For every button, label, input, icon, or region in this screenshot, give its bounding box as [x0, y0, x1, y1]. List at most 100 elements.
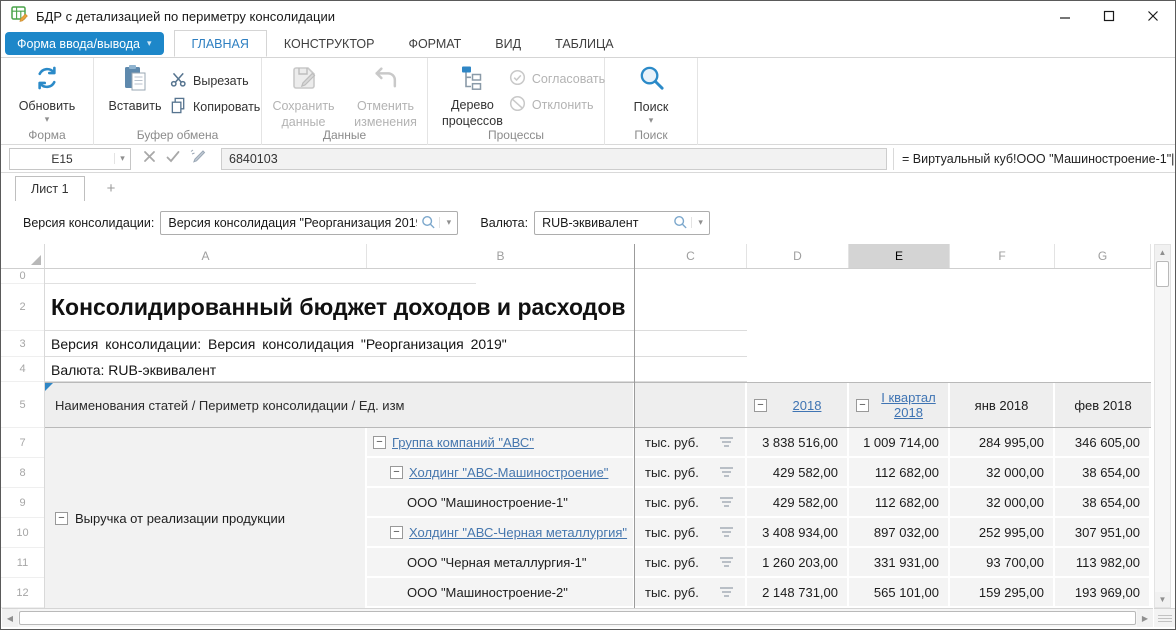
row-header-11[interactable]: 11	[1, 548, 44, 578]
cancel-entry-icon[interactable]	[143, 150, 156, 168]
value-cell[interactable]: 38 654,00	[1055, 458, 1151, 488]
row-header-7[interactable]: 7	[1, 428, 44, 458]
scroll-left-icon[interactable]: ◀	[2, 609, 18, 627]
column-header-F[interactable]: F	[950, 244, 1055, 268]
row-header-4[interactable]: 4	[1, 357, 44, 382]
collapse-icon[interactable]: −	[754, 399, 767, 412]
process-tree-button[interactable]: Дерево процессов	[442, 58, 503, 128]
period-link-q1-2018[interactable]: I квартал 2018	[873, 390, 944, 420]
value-cell[interactable]: 1 260 203,00	[747, 548, 849, 578]
filter-icon[interactable]	[720, 587, 733, 597]
horizontal-scrollbar[interactable]: ◀ ▶	[2, 608, 1153, 627]
chevron-down-icon[interactable]: ▾	[439, 217, 457, 228]
value-cell[interactable]: 252 995,00	[950, 518, 1055, 548]
header-cell-unit[interactable]	[635, 383, 747, 427]
row-header-2[interactable]: 2	[1, 284, 44, 331]
filter-icon[interactable]	[720, 497, 733, 507]
value-cell[interactable]: 307 951,00	[1055, 518, 1151, 548]
unit-cell[interactable]: тыс. руб.	[635, 488, 747, 518]
paste-button[interactable]: Вставить	[104, 58, 166, 120]
column-header-B[interactable]: B	[367, 244, 635, 268]
confirm-entry-icon[interactable]	[166, 150, 180, 168]
header-cell-feb-2018[interactable]: фев 2018	[1055, 383, 1151, 427]
value-cell[interactable]: 346 605,00	[1055, 428, 1151, 458]
entity-name-cell[interactable]: ООО "Черная металлургия-1"	[367, 548, 635, 578]
save-data-button[interactable]: Сохранить данные	[267, 58, 341, 129]
filter-icon[interactable]	[720, 467, 733, 477]
value-cell[interactable]: 32 000,00	[950, 488, 1055, 518]
formula-input[interactable]: 6840103	[221, 148, 887, 170]
column-header-A[interactable]: A	[45, 244, 367, 268]
vertical-scrollbar[interactable]: ▲ ▼	[1154, 244, 1171, 608]
row-header-3[interactable]: 3	[1, 331, 44, 357]
cell-name-box[interactable]: E15 ▾	[9, 148, 131, 170]
entity-name-cell[interactable]: ООО "Машиностроение-2"	[367, 578, 635, 608]
menu-tab-конструктор[interactable]: КОНСТРУКТОР	[267, 30, 392, 57]
refresh-button[interactable]: Обновить ▾	[1, 58, 93, 123]
collapse-icon[interactable]: −	[373, 436, 386, 449]
entity-link[interactable]: Холдинг "АВС-Черная металлургия"	[409, 525, 627, 540]
menu-tab-формат[interactable]: ФОРМАТ	[391, 30, 478, 57]
approve-button[interactable]: Согласовать	[509, 66, 605, 92]
menu-tab-главная[interactable]: ГЛАВНАЯ	[174, 30, 267, 57]
undo-changes-button[interactable]: Отменить изменения	[349, 58, 423, 129]
entity-link[interactable]: Группа компаний "АВС"	[392, 435, 534, 450]
value-cell[interactable]: 93 700,00	[950, 548, 1055, 578]
value-cell[interactable]: 38 654,00	[1055, 488, 1151, 518]
copy-button[interactable]: Копировать	[170, 94, 260, 120]
search-icon[interactable]	[417, 215, 439, 230]
unit-cell[interactable]: тыс. руб.	[635, 578, 747, 608]
value-cell[interactable]: 32 000,00	[950, 458, 1055, 488]
row-header-12[interactable]: 12	[1, 578, 44, 608]
header-cell-2018[interactable]: − 2018	[747, 383, 849, 427]
value-cell[interactable]: 193 969,00	[1055, 578, 1151, 608]
chevron-down-icon[interactable]: ▾	[691, 217, 709, 228]
report-version-row[interactable]: Версия консолидации: Версия консолидация…	[45, 331, 1151, 357]
menu-tab-вид[interactable]: ВИД	[478, 30, 538, 57]
value-cell[interactable]: 112 682,00	[849, 458, 950, 488]
filter-icon[interactable]	[720, 557, 733, 567]
unit-cell[interactable]: тыс. руб.	[635, 518, 747, 548]
filter-icon[interactable]	[720, 437, 733, 447]
row-0-band[interactable]	[45, 269, 1151, 284]
menu-tab-таблица[interactable]: ТАБЛИЦА	[538, 30, 631, 57]
add-sheet-button[interactable]: +	[99, 176, 124, 201]
column-header-G[interactable]: G	[1055, 244, 1151, 268]
header-cell-names[interactable]: Наименования статей / Периметр консолида…	[45, 383, 635, 427]
collapse-icon[interactable]: −	[55, 512, 68, 525]
unit-cell[interactable]: тыс. руб.	[635, 428, 747, 458]
close-button[interactable]	[1131, 1, 1175, 31]
header-cell-q1-2018[interactable]: − I квартал 2018	[849, 383, 950, 427]
scroll-down-icon[interactable]: ▼	[1155, 592, 1170, 607]
value-cell[interactable]: 897 032,00	[849, 518, 950, 548]
row-header-10[interactable]: 10	[1, 518, 44, 548]
row-header-9[interactable]: 9	[1, 488, 44, 518]
value-cell[interactable]: 565 101,00	[849, 578, 950, 608]
filter-icon[interactable]	[720, 527, 733, 537]
unit-cell[interactable]: тыс. руб.	[635, 458, 747, 488]
scroll-up-icon[interactable]: ▲	[1155, 245, 1170, 260]
search-button[interactable]: Поиск ▾	[605, 58, 697, 124]
entity-name-cell[interactable]: −Группа компаний "АВС"	[367, 428, 635, 458]
value-cell[interactable]: 284 995,00	[950, 428, 1055, 458]
report-currency-row[interactable]: Валюта: RUB-эквивалент	[45, 357, 1151, 382]
value-cell[interactable]: 112 682,00	[849, 488, 950, 518]
unit-cell[interactable]: тыс. руб.	[635, 548, 747, 578]
horizontal-scroll-thumb[interactable]	[19, 611, 1136, 625]
value-cell[interactable]: 331 931,00	[849, 548, 950, 578]
column-header-D[interactable]: D	[747, 244, 849, 268]
value-cell[interactable]: 1 009 714,00	[849, 428, 950, 458]
cut-button[interactable]: Вырезать	[170, 68, 260, 94]
entity-name-cell[interactable]: ООО "Машиностроение-1"	[367, 488, 635, 518]
select-all-corner[interactable]	[1, 244, 45, 269]
entity-link[interactable]: Холдинг "АВС-Машиностроение"	[409, 465, 608, 480]
collapse-icon[interactable]: −	[390, 526, 403, 539]
column-header-E[interactable]: E	[849, 244, 950, 268]
value-cell[interactable]: 2 148 731,00	[747, 578, 849, 608]
edit-formula-icon[interactable]	[190, 149, 206, 169]
value-cell[interactable]: 159 295,00	[950, 578, 1055, 608]
minimize-button[interactable]	[1043, 1, 1087, 31]
value-cell[interactable]: 3 838 516,00	[747, 428, 849, 458]
consolidation-version-combo[interactable]: Версия консолидация "Реорганизация 2019"…	[160, 211, 458, 235]
row-header-8[interactable]: 8	[1, 458, 44, 488]
